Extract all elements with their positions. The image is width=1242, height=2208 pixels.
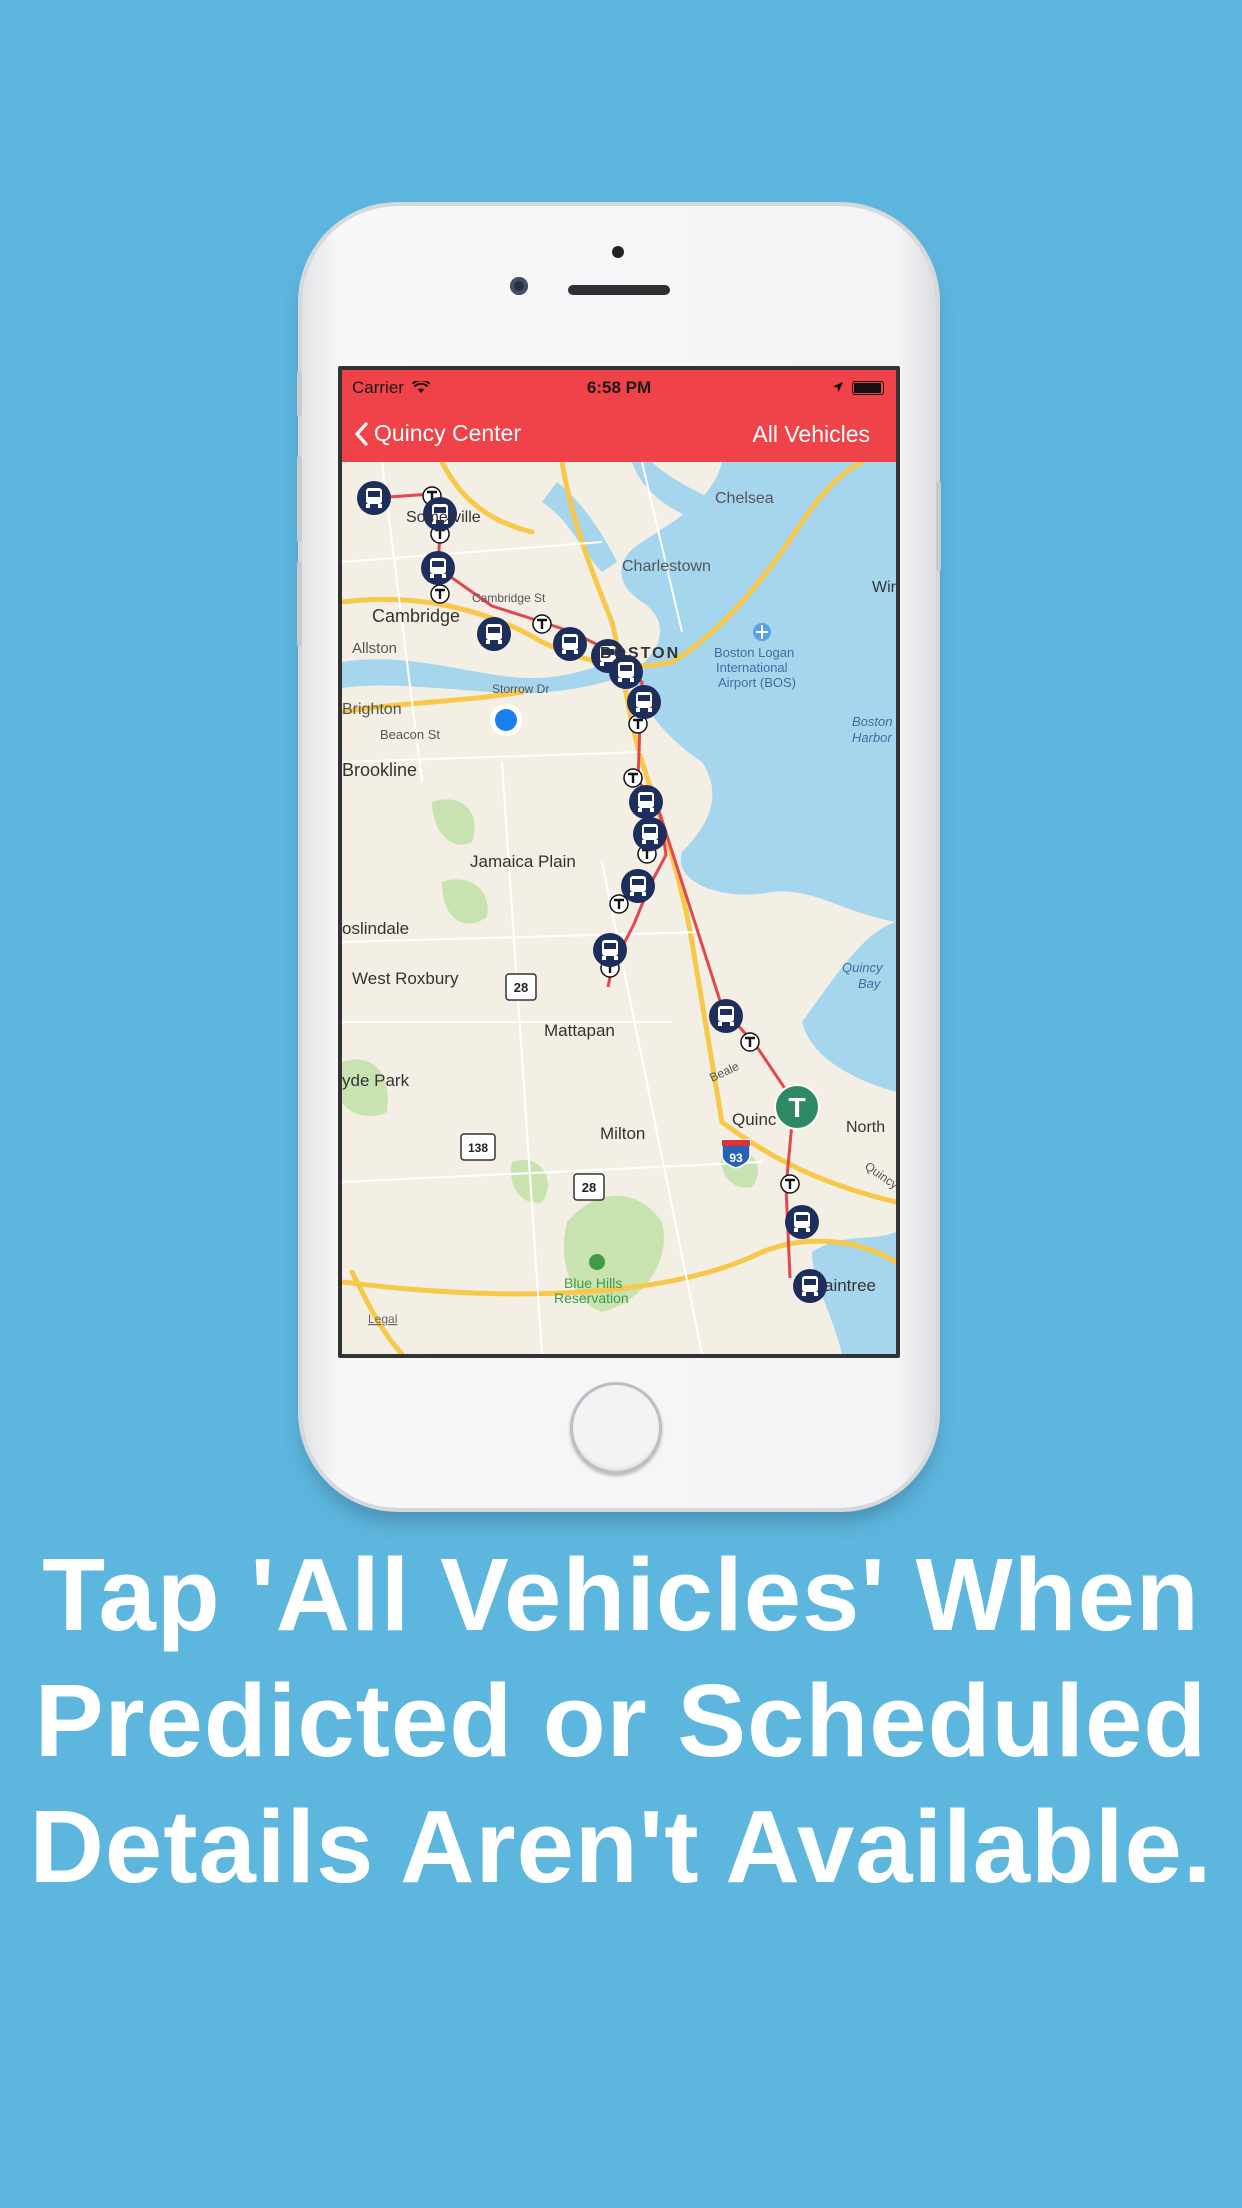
map-label: yde Park [342,1071,410,1090]
map-label: Quinc [732,1110,777,1129]
map-label: aintree [824,1276,876,1295]
route-28-label: 28 [514,980,528,995]
vehicle-bus-icon[interactable] [593,933,627,967]
phone-frame: Carrier 6:58 PM Quincy Center All Vehicl… [297,206,941,1508]
map-label: Storrow Dr [492,682,549,696]
vehicle-bus-icon[interactable] [793,1269,827,1303]
map-label: Airport (BOS) [718,675,796,690]
all-vehicles-button[interactable]: All Vehicles [752,421,870,448]
proximity-sensor [612,246,624,258]
route-28-shield: 28 [573,1173,605,1201]
vehicle-bus-icon[interactable] [785,1205,819,1239]
t-stop-icon [779,1173,801,1195]
vehicle-bus-icon[interactable] [633,817,667,851]
front-camera [510,277,528,295]
home-button[interactable] [570,1382,662,1474]
route-map[interactable]: T Chelsea Somerville Charlestown Cambrid… [342,462,896,1354]
map-label: Brighton [342,701,402,718]
vehicle-bus-icon[interactable] [709,999,743,1033]
mute-switch [297,371,302,417]
vehicle-bus-icon[interactable] [627,685,661,719]
back-button-label: Quincy Center [374,420,522,446]
selected-station-marker[interactable]: T [774,1084,820,1130]
t-stop-icon [739,1031,761,1053]
route-28-label: 28 [582,1180,596,1195]
map-label: Harbor [852,730,892,745]
map-label: Boston Logan [714,645,794,660]
t-stop-icon [429,583,451,605]
map-label: oslindale [342,919,409,938]
map-label: Beacon St [380,727,440,742]
t-stop-icon [531,613,553,635]
power-button [936,481,941,571]
map-label: BOSTON [600,645,680,662]
location-arrow-icon [833,382,843,392]
map-label: Blue Hills [564,1275,622,1291]
map-label: Chelsea [715,490,774,507]
interstate-93-shield: 93 [721,1139,751,1169]
volume-up-button [297,456,302,542]
earpiece-speaker [568,285,670,295]
map-label: Wir [872,579,896,596]
vehicle-bus-icon[interactable] [477,617,511,651]
battery-icon [852,381,884,395]
navigation-bar: Quincy Center All Vehicles [342,404,896,462]
caption-line: Details Aren't Available. [29,1789,1213,1904]
map-label: Milton [600,1124,645,1143]
map-label: Mattapan [544,1021,615,1040]
route-138-label: 138 [468,1141,488,1155]
route-138-shield: 138 [460,1133,496,1161]
map-label: Quincy [842,960,884,975]
t-stop-icon [608,893,630,915]
back-button[interactable]: Quincy Center [354,420,521,447]
interstate-93-label: 93 [729,1151,743,1165]
vehicle-bus-icon[interactable] [621,869,655,903]
map-label: Charlestown [622,558,711,575]
user-location-dot [490,704,522,736]
map-label: Allston [352,640,397,657]
map-label: International [716,660,788,675]
map-label: North [846,1119,885,1136]
vehicle-bus-icon[interactable] [357,481,391,515]
map-label: Somerville [406,509,481,526]
chevron-left-icon [355,421,368,446]
phone-screen: Carrier 6:58 PM Quincy Center All Vehicl… [338,366,900,1358]
map-label: Bay [858,976,882,991]
park-marker-icon [589,1254,605,1270]
map-label: West Roxbury [352,969,459,988]
map-label: Boston [852,714,892,729]
t-stop-icon [622,767,644,789]
airport-icon [753,623,771,641]
map-label: Reservation [554,1290,629,1306]
station-glyph: T [788,1092,805,1123]
map-label: Cambridge [372,606,460,626]
promo-caption: Tap 'All Vehicles' When Predicted or Sch… [0,1532,1242,1910]
route-28-shield: 28 [505,973,537,1001]
map-label: Cambridge St [472,591,546,605]
status-bar: Carrier 6:58 PM [342,370,896,404]
volume-down-button [297,561,302,647]
caption-line: Predicted or Scheduled [34,1663,1208,1778]
clock: 6:58 PM [586,378,652,397]
map-label: Brookline [342,760,417,780]
vehicle-bus-icon[interactable] [421,551,455,585]
vehicle-bus-icon[interactable] [553,627,587,661]
legal-link[interactable]: Legal [368,1312,397,1326]
map-label: Jamaica Plain [470,852,576,871]
caption-line: Tap 'All Vehicles' When [42,1537,1200,1652]
vehicle-bus-icon[interactable] [629,785,663,819]
